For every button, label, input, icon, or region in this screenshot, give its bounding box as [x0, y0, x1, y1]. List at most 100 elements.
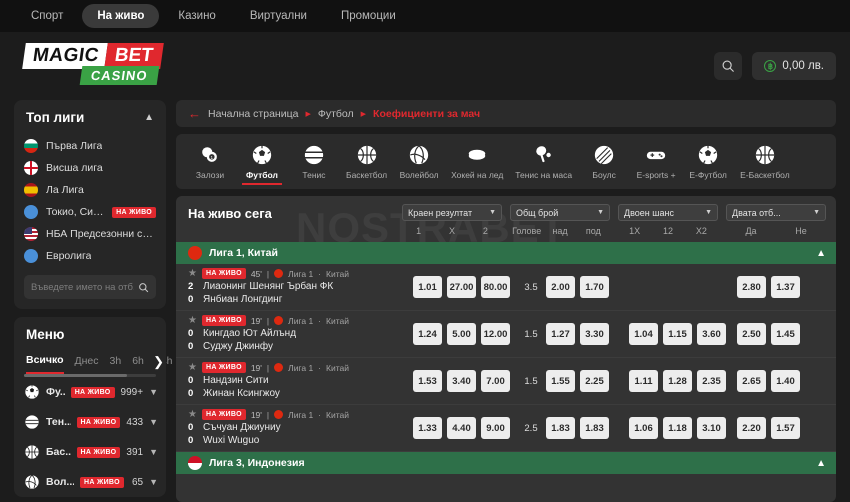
match-row[interactable]: ★ НА ЖИВО 45' | Лига 1 · Китай 2 Лиаонин…	[176, 264, 836, 311]
balance-display[interactable]: ฿ 0,00 лв.	[752, 52, 836, 80]
chevron-up-icon[interactable]: ▲	[816, 248, 826, 259]
sport-tab-esports[interactable]: E-sports +	[630, 140, 682, 183]
chevron-right-icon[interactable]: ❯	[146, 351, 166, 373]
sport-tab-bets[interactable]: 1 Залози	[184, 140, 236, 183]
odd-button[interactable]: 1.83	[546, 417, 575, 439]
odd-button[interactable]: 2.50	[737, 323, 766, 345]
sidebar-sport-volleyball[interactable]: Вол... НА ЖИВО 65 ▼	[14, 467, 166, 497]
brand-logo[interactable]: MAGIC BET CASINO	[22, 43, 174, 89]
chevron-down-icon[interactable]: ▼	[149, 477, 158, 487]
menu-scrollbar[interactable]	[24, 374, 156, 377]
odd-button[interactable]: 1.55	[546, 370, 575, 392]
chevron-up-icon[interactable]: ▲	[144, 112, 154, 123]
chevron-down-icon[interactable]: ▼	[149, 447, 158, 457]
odd-button[interactable]: 4.40	[447, 417, 476, 439]
match-row[interactable]: ★ НА ЖИВО 19' | Лига 1 · Китай	[176, 358, 836, 405]
sport-tab-ice-hockey[interactable]: Хокей на лед	[445, 140, 509, 183]
odd-button[interactable]: 1.18	[663, 417, 692, 439]
odd-button[interactable]: 3.30	[580, 323, 609, 345]
league-header-china[interactable]: Лига 1, Китай ▲	[176, 242, 836, 264]
sidebar-search-box[interactable]	[24, 275, 156, 299]
sport-tab-football[interactable]: Футбол	[236, 140, 288, 185]
sidebar-league-nba[interactable]: НБА Предсезонни срещи	[14, 223, 166, 245]
menu-tab-6h[interactable]: 6h	[132, 355, 144, 373]
odd-button[interactable]: 2.35	[697, 370, 726, 392]
odd-button[interactable]: 1.40	[771, 370, 800, 392]
sidebar-sport-tennis[interactable]: Тен... НА ЖИВО 433 ▼	[14, 407, 166, 437]
market-double-chance-select[interactable]: Двоен шанс ▼	[618, 204, 718, 221]
odd-button[interactable]: 1.33	[413, 417, 442, 439]
odd-button[interactable]: 1.45	[771, 323, 800, 345]
odd-button[interactable]: 2.65	[737, 370, 766, 392]
odd-button[interactable]: 1.53	[413, 370, 442, 392]
match-row[interactable]: ★ НА ЖИВО 19' | Лига 1 · Китай	[176, 405, 836, 452]
favorite-star-icon[interactable]: ★	[188, 409, 197, 420]
sport-tab-ebasketball[interactable]: Е-Баскетбол	[734, 140, 796, 183]
sport-tab-table-tennis[interactable]: Тенис на маса	[509, 140, 578, 183]
sport-tab-basketball[interactable]: Баскетбол	[340, 140, 393, 183]
odd-button[interactable]: 1.83	[580, 417, 609, 439]
breadcrumb-home[interactable]: Начална страница	[208, 108, 298, 120]
odd-button[interactable]: 1.57	[771, 417, 800, 439]
favorite-star-icon[interactable]: ★	[188, 315, 197, 326]
odd-button[interactable]: 27.00	[447, 276, 476, 298]
menu-tab-all[interactable]: Всичко	[26, 354, 64, 374]
sidebar-sport-football[interactable]: Фу... НА ЖИВО 999+ ▼	[14, 377, 166, 407]
odd-button[interactable]: 1.28	[663, 370, 692, 392]
odd-button[interactable]: 1.27	[546, 323, 575, 345]
sport-tab-bowls[interactable]: Боулс	[578, 140, 630, 183]
topnav-item-promotions[interactable]: Промоции	[326, 4, 411, 28]
search-icon[interactable]	[138, 282, 149, 293]
market-btts-select[interactable]: Двата отб... ▼	[726, 204, 826, 221]
sidebar-league-la-liga[interactable]: Ла Лига	[14, 179, 166, 201]
arrow-left-icon[interactable]: ←	[188, 106, 201, 121]
odd-button[interactable]: 2.20	[737, 417, 766, 439]
sport-tab-volleyball[interactable]: Волейбол	[393, 140, 445, 183]
odd-button[interactable]: 9.00	[481, 417, 510, 439]
odd-button[interactable]: 2.25	[580, 370, 609, 392]
sport-tab-tennis[interactable]: Тенис	[288, 140, 340, 183]
menu-tab-today[interactable]: Днес	[75, 355, 99, 373]
chevron-up-icon[interactable]: ▲	[816, 458, 826, 469]
odd-button[interactable]: 80.00	[481, 276, 510, 298]
sidebar-league-euroleague[interactable]: Евролига	[14, 245, 166, 267]
sidebar-league-tokyo[interactable]: Токио, Сингъл НА ЖИВО	[14, 201, 166, 223]
market-total-select[interactable]: Общ брой ▼	[510, 204, 610, 221]
top-leagues-header[interactable]: Топ лиги ▲	[14, 110, 166, 135]
odd-button[interactable]: 1.06	[629, 417, 658, 439]
menu-scrollbar-thumb[interactable]	[24, 374, 127, 377]
odd-button[interactable]: 7.00	[481, 370, 510, 392]
favorite-star-icon[interactable]: ★	[188, 268, 197, 279]
odd-button[interactable]: 1.70	[580, 276, 609, 298]
odd-button[interactable]: 2.80	[737, 276, 766, 298]
topnav-item-virtual[interactable]: Виртуални	[235, 4, 322, 28]
breadcrumb-football[interactable]: Футбол	[318, 108, 354, 120]
sidebar-search-input[interactable]	[31, 281, 134, 293]
odd-button[interactable]: 1.04	[629, 323, 658, 345]
odd-button[interactable]: 3.40	[447, 370, 476, 392]
sidebar-sport-basketball[interactable]: Бас... НА ЖИВО 391 ▼	[14, 437, 166, 467]
sidebar-league-parva-liga[interactable]: Първа Лига	[14, 135, 166, 157]
odd-button[interactable]: 1.37	[771, 276, 800, 298]
search-button[interactable]	[714, 52, 743, 80]
odd-button[interactable]: 12.00	[481, 323, 510, 345]
match-row[interactable]: ★ НА ЖИВО 19' | Лига 1 · Китай	[176, 311, 836, 358]
odd-button[interactable]: 1.15	[663, 323, 692, 345]
sidebar-league-premier[interactable]: Висша лига	[14, 157, 166, 179]
chevron-down-icon[interactable]: ▼	[149, 417, 158, 427]
favorite-star-icon[interactable]: ★	[188, 362, 197, 373]
odd-button[interactable]: 3.10	[697, 417, 726, 439]
sport-tab-efootball[interactable]: Е-Футбол	[682, 140, 734, 183]
odd-button[interactable]: 2.00	[546, 276, 575, 298]
odd-button[interactable]: 3.60	[697, 323, 726, 345]
menu-tab-3h[interactable]: 3h	[110, 355, 122, 373]
topnav-item-live[interactable]: На живо	[82, 4, 160, 28]
topnav-item-sport[interactable]: Спорт	[16, 4, 78, 28]
chevron-down-icon[interactable]: ▼	[149, 387, 158, 397]
odd-button[interactable]: 1.24	[413, 323, 442, 345]
topnav-item-casino[interactable]: Казино	[163, 4, 230, 28]
league-header-indonesia[interactable]: Лига 3, Индонезия ▲	[176, 452, 836, 474]
odd-button[interactable]: 5.00	[447, 323, 476, 345]
odd-button[interactable]: 1.01	[413, 276, 442, 298]
market-1x2-select[interactable]: Краен резултат ▼	[402, 204, 502, 221]
